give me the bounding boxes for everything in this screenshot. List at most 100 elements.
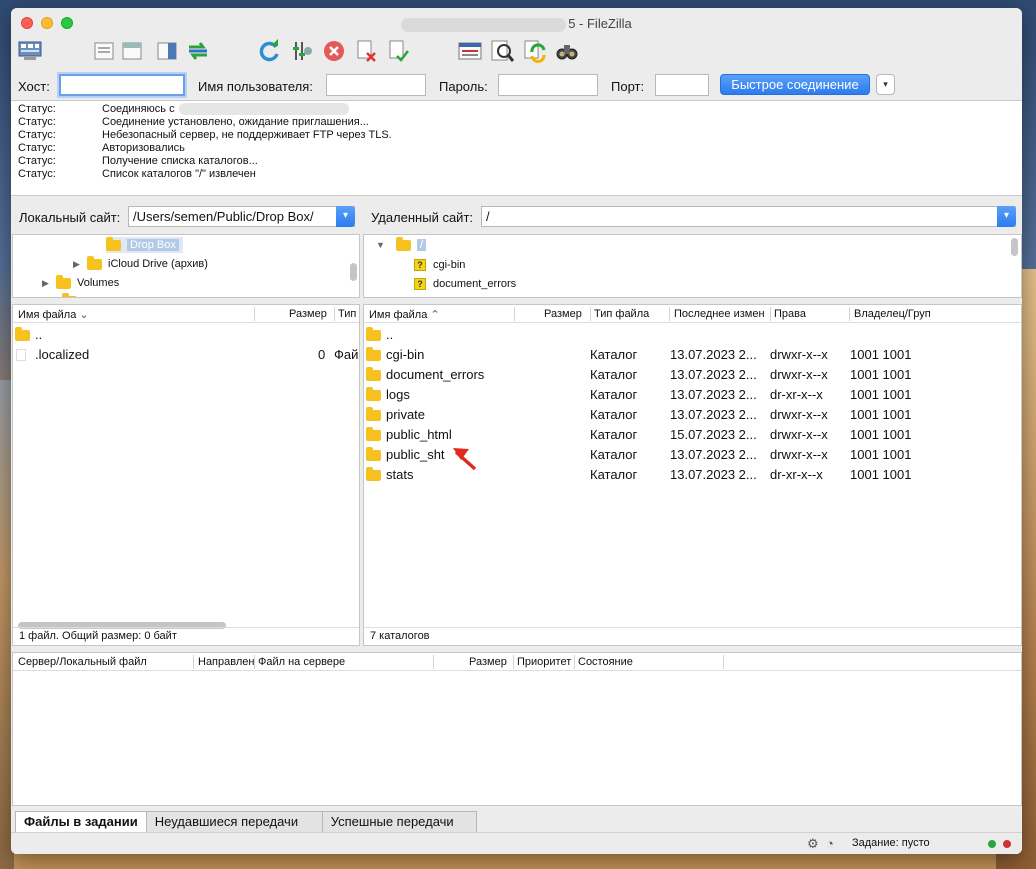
collapse-arrow-icon[interactable]: ▼ (376, 240, 390, 250)
annotation-arrow-icon (453, 448, 477, 471)
send-indicator-icon (988, 840, 996, 848)
file-name: public_sht (386, 447, 445, 462)
tab-queued-files[interactable]: Файлы в задании (15, 811, 147, 833)
tab-successful-transfers[interactable]: Успешные передачи (321, 811, 477, 833)
refresh-icon[interactable] (256, 38, 282, 64)
quickconnect-button[interactable]: Быстрое соединение (720, 74, 870, 95)
col-name[interactable]: Имя файла ⌄ (18, 308, 89, 321)
col-priority[interactable]: Приоритет (517, 656, 571, 668)
tree-item-root[interactable]: ▼ / (376, 236, 427, 253)
tree-item-partial (62, 292, 83, 297)
folder-icon (366, 367, 381, 381)
col-server-local[interactable]: Сервер/Локальный файл (18, 656, 147, 668)
file-modified: 13.07.2023 2... (670, 467, 757, 482)
queue-status: Задание: пусто (852, 837, 930, 849)
col-name-label: Имя файла (369, 309, 428, 321)
scrollbar[interactable] (350, 263, 357, 281)
file-size: 0 (318, 347, 326, 362)
col-type[interactable]: Тип файла (594, 308, 649, 320)
directory-listing-filters-icon[interactable] (457, 38, 483, 64)
list-item[interactable]: logs Каталог 13.07.2023 2... dr-xr-x--x 1001… (364, 385, 1021, 405)
sort-desc-icon: ⌄ (79, 309, 89, 321)
list-item[interactable]: .. (364, 325, 1021, 345)
col-name[interactable]: Имя файла ⌃ (369, 308, 440, 321)
log-key: Статус: (18, 168, 56, 180)
find-files-icon[interactable] (554, 38, 580, 64)
col-permissions[interactable]: Права (774, 308, 806, 320)
remote-path-combo[interactable]: / ▾ (481, 206, 1016, 227)
log-row: Статус: Небезопасный сервер, не поддержив… (18, 129, 1022, 142)
file-name: .localized (35, 347, 90, 362)
chevron-down-icon[interactable]: ▾ (336, 206, 355, 227)
log-row: Статус: Соединяюсь с (18, 103, 1022, 116)
col-type[interactable]: Тип (338, 308, 356, 320)
file-name: logs (386, 387, 410, 402)
host-input[interactable] (59, 74, 185, 96)
gear-icon[interactable]: ⚙ (807, 836, 819, 852)
file-name: cgi-bin (386, 347, 425, 362)
file-owner: 1001 1001 (850, 367, 912, 382)
local-site-bar: Локальный сайт: /Users/semen/Public/Drop… (11, 203, 359, 229)
file-type: Фай (334, 347, 359, 362)
tree-item-icloud[interactable]: ▶ iCloud Drive (архив) (73, 255, 208, 272)
file-modified: 15.07.2023 2... (670, 427, 757, 442)
remote-tree: ▼ / ? cgi-bin ? document_errors (363, 234, 1022, 298)
password-input[interactable] (498, 74, 598, 96)
col-owner[interactable]: Владелец/Груп (854, 308, 931, 320)
unknown-folder-icon: ? (414, 278, 426, 290)
local-status: 1 файл. Общий размер: 0 байт (13, 627, 359, 645)
local-site-label: Локальный сайт: (19, 210, 121, 225)
compare-directories-icon[interactable] (522, 38, 548, 64)
quickconnect-history-dropdown[interactable]: ▾ (876, 74, 895, 95)
col-remote-file[interactable]: Файл на сервере (258, 656, 345, 668)
search-remote-icon[interactable] (489, 38, 515, 64)
file-modified: 13.07.2023 2... (670, 367, 757, 382)
col-size[interactable]: Размер (289, 308, 327, 320)
tree-item-cgi-bin[interactable]: ? cgi-bin (414, 257, 465, 273)
toggle-log-icon[interactable] (91, 38, 117, 64)
file-name: private (386, 407, 426, 422)
file-owner: 1001 1001 (850, 407, 912, 422)
col-direction[interactable]: Направлен (198, 656, 254, 668)
list-item[interactable]: document_errors Каталог 13.07.2023 2... drw… (364, 365, 1021, 385)
list-item[interactable]: .. (13, 325, 359, 345)
tab-failed-transfers[interactable]: Неудавшиеся передачи (145, 811, 323, 833)
expand-arrow-icon[interactable]: ▶ (73, 259, 87, 270)
tree-item-volumes[interactable]: ▶ Volumes (42, 274, 119, 291)
file-owner: 1001 1001 (850, 427, 912, 442)
folder-icon (366, 447, 381, 461)
transfer-queue: Сервер/Локальный файл Направлен Файл на … (12, 652, 1022, 806)
port-input[interactable] (655, 74, 709, 96)
expand-arrow-icon[interactable]: ▶ (42, 278, 56, 289)
log-row: Статус: Список каталогов "/" извлечен (18, 168, 1022, 181)
site-manager-icon[interactable] (17, 38, 43, 64)
chevron-down-icon[interactable]: ▾ (997, 206, 1016, 227)
speed-limit-icon[interactable]: ◔ (826, 836, 834, 851)
cancel-icon[interactable] (321, 38, 347, 64)
log-row: Статус: Соединение установлено, ожидание … (18, 116, 1022, 129)
process-queue-icon[interactable] (289, 38, 315, 64)
port-label: Порт: (611, 79, 645, 94)
toggle-remote-tree-icon[interactable] (154, 38, 180, 64)
scrollbar[interactable] (1011, 238, 1018, 256)
tree-item-drop-box[interactable]: Drop Box (106, 236, 183, 253)
local-path-combo[interactable]: /Users/semen/Public/Drop Box/ ▾ (128, 206, 355, 227)
file-type: Каталог (590, 427, 638, 442)
tree-item-label: cgi-bin (433, 259, 466, 271)
col-state[interactable]: Состояние (578, 656, 633, 668)
col-size[interactable]: Размер (469, 656, 507, 668)
remote-status: 7 каталогов (364, 627, 1021, 645)
toggle-queue-icon[interactable] (185, 38, 211, 64)
list-item[interactable]: cgi-bin Каталог 13.07.2023 2... drwxr-x--x 1… (364, 345, 1021, 365)
list-item[interactable]: private Каталог 13.07.2023 2... drwxr-x--x 1… (364, 405, 1021, 425)
disconnect-icon[interactable] (353, 38, 379, 64)
tree-item-document-errors[interactable]: ? document_errors (414, 276, 516, 292)
col-size[interactable]: Размер (544, 308, 582, 320)
log-row: Статус: Получение списка каталогов... (18, 155, 1022, 168)
list-item[interactable]: .localized 0 Фай (13, 345, 359, 365)
toggle-tree-icon[interactable] (119, 38, 145, 64)
reconnect-icon[interactable] (385, 38, 411, 64)
file-name: .. (386, 327, 394, 342)
username-input[interactable] (326, 74, 426, 96)
col-modified[interactable]: Последнее измен (674, 308, 765, 320)
